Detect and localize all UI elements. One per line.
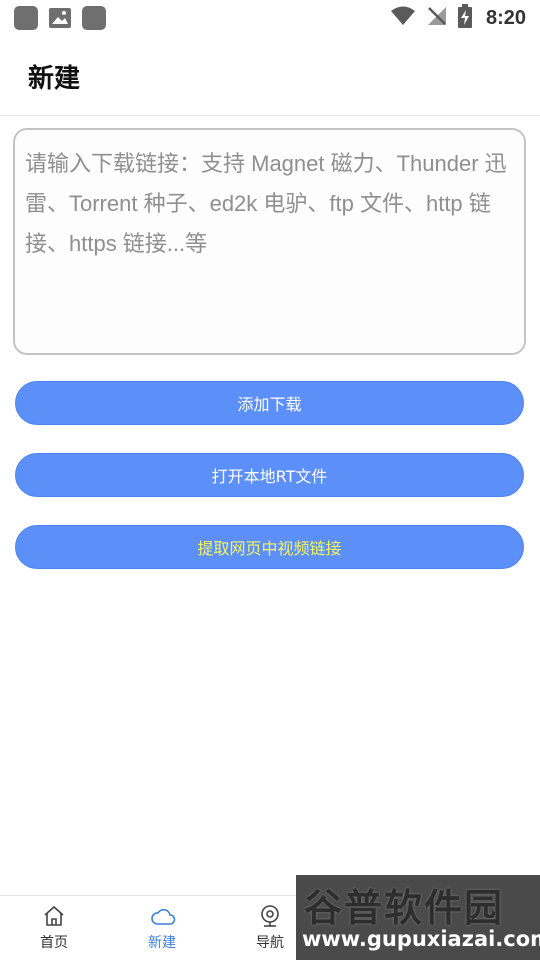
wifi-icon (390, 6, 416, 30)
nav-item-home[interactable]: 首页 (4, 904, 104, 956)
image-notification-icon (48, 6, 72, 30)
status-left (14, 6, 106, 30)
nav-label-new: 新建 (148, 935, 176, 951)
add-download-button[interactable]: 添加下载 (15, 381, 524, 425)
nav-label-guide: 导航 (256, 935, 284, 951)
notification-app-icon (14, 6, 38, 30)
nav-label-home: 首页 (40, 935, 68, 951)
open-local-file-button[interactable]: 打开本地RT文件 (15, 453, 524, 497)
app-header: 新建 (0, 36, 540, 116)
no-signal-icon (426, 5, 448, 31)
watermark-url: www.gupuxiazai.com (302, 927, 540, 951)
status-time: 8:20 (485, 6, 526, 29)
nav-item-new[interactable]: 新建 (112, 904, 212, 956)
page-title: 新建 (28, 64, 81, 94)
cloud-icon (150, 904, 176, 928)
status-bar: 8:20 (0, 0, 540, 36)
watermark-title: 谷普软件园 (304, 886, 505, 930)
notification-app-icon-2 (82, 6, 106, 30)
battery-charging-icon (457, 4, 472, 32)
download-link-input[interactable] (13, 128, 526, 355)
status-right: 8:20 (390, 4, 526, 32)
compass-icon (258, 904, 282, 928)
extract-video-link-button[interactable]: 提取网页中视频链接 (15, 525, 524, 569)
watermark-logo: 谷普软件园 www.gupuxiazai.com (296, 875, 540, 960)
home-icon (42, 904, 66, 928)
